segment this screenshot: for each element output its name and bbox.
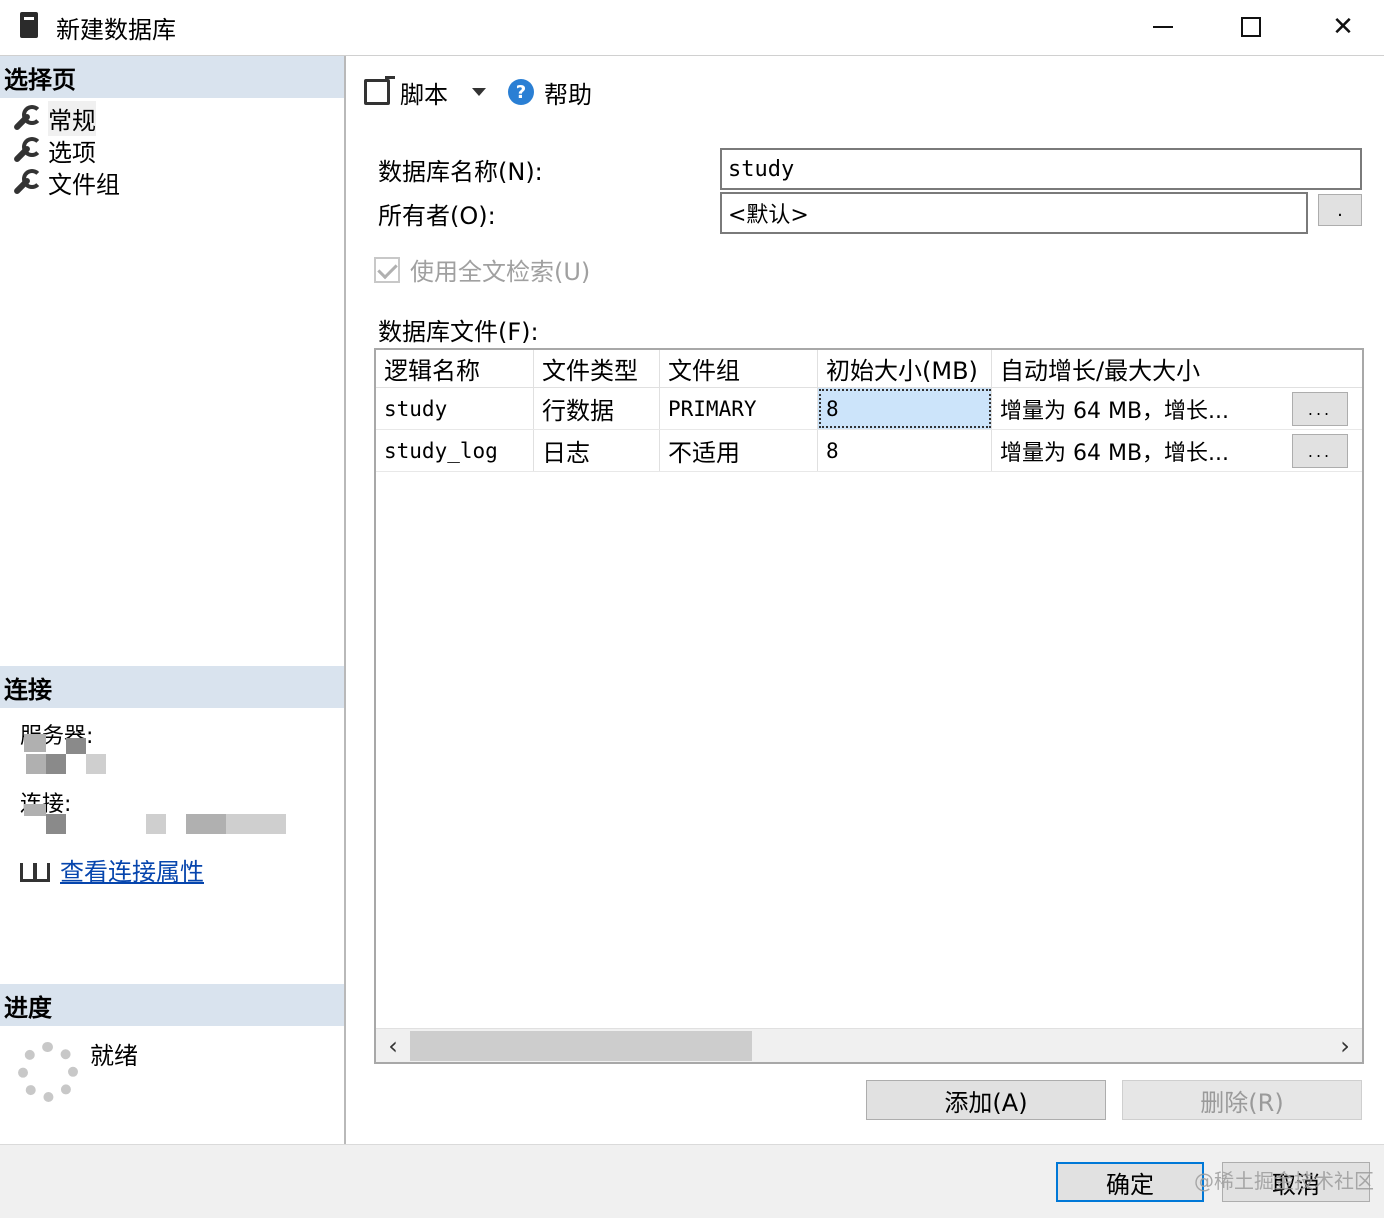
fulltext-label: 使用全文检索(U): [410, 258, 591, 286]
cell-initial-size[interactable]: 8: [818, 388, 992, 429]
owner-browse-button[interactable]: .: [1318, 194, 1362, 226]
page-item-options[interactable]: 选项: [10, 134, 96, 167]
db-files-label: 数据库文件(F):: [378, 318, 539, 346]
watermark: @稀土掘金技术社区: [1194, 1169, 1374, 1193]
cell-logical-name[interactable]: study_log: [376, 430, 534, 471]
column-header-autogrowth[interactable]: 自动增长/最大大小: [992, 350, 1362, 387]
ok-button[interactable]: 确定: [1056, 1162, 1204, 1202]
main-panel: 脚本 ? 帮助 数据库名称(N): study 所有者(O): <默认> . 使…: [348, 56, 1384, 1144]
db-files-grid: 逻辑名称 文件类型 文件组 初始大小(MB) 自动增长/最大大小 study 行…: [374, 348, 1364, 1064]
cell-initial-size[interactable]: 8: [818, 430, 992, 471]
autogrowth-edit-button[interactable]: ...: [1292, 392, 1348, 426]
connection-header: 连接: [0, 666, 344, 708]
grid-header: 逻辑名称 文件类型 文件组 初始大小(MB) 自动增长/最大大小: [376, 350, 1362, 388]
plug-icon: [18, 857, 50, 883]
minimize-button[interactable]: [1118, 0, 1208, 54]
fulltext-checkbox-row: 使用全文检索(U): [374, 252, 590, 287]
scrollbar-thumb[interactable]: [410, 1031, 752, 1061]
table-row[interactable]: study_log 日志 不适用 8 增量为 64 MB，增长... ...: [376, 430, 1362, 472]
cell-logical-name[interactable]: study: [376, 388, 534, 429]
add-file-button[interactable]: 添加(A): [866, 1080, 1106, 1120]
minimize-icon: [1153, 26, 1173, 28]
script-icon: [364, 76, 395, 105]
page-item-filegroups[interactable]: 文件组: [10, 166, 120, 199]
remove-file-button[interactable]: 删除(R): [1122, 1080, 1362, 1120]
maximize-button[interactable]: [1206, 0, 1296, 54]
column-header-initial-size[interactable]: 初始大小(MB): [818, 350, 992, 387]
db-name-input[interactable]: study: [720, 148, 1362, 190]
view-connection-properties-link[interactable]: 查看连接属性: [18, 852, 204, 887]
cell-autogrowth: 增量为 64 MB，增长...: [1000, 398, 1230, 424]
close-icon: ✕: [1332, 12, 1354, 42]
page-item-general[interactable]: 常规: [10, 100, 96, 136]
maximize-icon: [1241, 17, 1261, 37]
cell-file-type[interactable]: 行数据: [534, 388, 660, 429]
progress-spinner-icon: [18, 1042, 78, 1102]
dialog-footer: 确定 取消 @稀土掘金技术社区: [0, 1144, 1384, 1218]
wrench-icon: [10, 169, 42, 195]
progress-status: 就绪: [90, 1042, 138, 1070]
column-header-logical-name[interactable]: 逻辑名称: [376, 350, 534, 387]
cell-filegroup[interactable]: PRIMARY: [660, 388, 818, 429]
progress-header: 进度: [0, 984, 344, 1026]
cell-autogrowth: 增量为 64 MB，增长...: [1000, 440, 1230, 466]
cell-file-type[interactable]: 日志: [534, 430, 660, 471]
script-button-label[interactable]: 脚本: [400, 75, 448, 110]
db-name-label: 数据库名称(N):: [378, 158, 543, 186]
table-row[interactable]: study 行数据 PRIMARY 8 增量为 64 MB，增长... ...: [376, 388, 1362, 430]
wrench-icon: [10, 137, 42, 163]
help-icon[interactable]: ?: [508, 79, 534, 105]
help-button-label[interactable]: 帮助: [544, 75, 592, 110]
database-server-icon: [20, 12, 38, 38]
page-item-label: 选项: [48, 138, 96, 167]
page-item-label: 文件组: [48, 170, 120, 199]
select-page-header: 选择页: [0, 56, 344, 98]
left-panel: 选择页 常规 选项 文件组 连接 服务器: 连接: 查看连接属性 进度 就绪: [0, 56, 346, 1144]
cell-filegroup[interactable]: 不适用: [660, 430, 818, 471]
wrench-icon: [10, 105, 42, 131]
window-title: 新建数据库: [56, 16, 176, 44]
autogrowth-edit-button[interactable]: ...: [1292, 434, 1348, 468]
column-header-filegroup[interactable]: 文件组: [660, 350, 818, 387]
close-button[interactable]: ✕: [1298, 0, 1384, 54]
title-bar: 新建数据库 ✕: [0, 0, 1384, 56]
owner-input[interactable]: <默认>: [720, 192, 1308, 234]
view-connection-properties-label: 查看连接属性: [60, 858, 204, 886]
scroll-left-icon[interactable]: ‹: [376, 1029, 410, 1063]
scroll-right-icon[interactable]: ›: [1328, 1029, 1362, 1063]
page-item-label: 常规: [48, 100, 96, 136]
toolbar: 脚本 ? 帮助: [364, 74, 592, 110]
script-dropdown-icon[interactable]: [472, 88, 486, 96]
owner-label: 所有者(O):: [378, 202, 496, 230]
horizontal-scrollbar[interactable]: ‹ ›: [376, 1028, 1362, 1062]
fulltext-checkbox: [374, 256, 400, 283]
column-header-file-type[interactable]: 文件类型: [534, 350, 660, 387]
